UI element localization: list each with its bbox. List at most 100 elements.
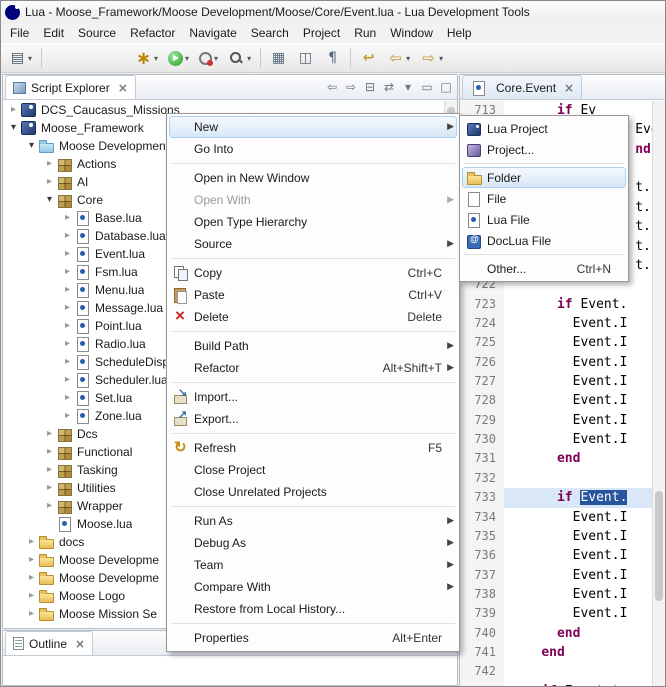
collapsed-twisty-icon[interactable]: ▸ [25,551,38,569]
menu-item-project[interactable]: Project... [462,139,626,160]
menu-item-file[interactable]: File [462,188,626,209]
close-icon[interactable]: × [564,81,574,95]
collapsed-twisty-icon[interactable]: ▸ [61,317,74,335]
collapsed-twisty-icon[interactable]: ▸ [61,245,74,263]
menu-item-run-as[interactable]: Run As▶ [169,510,457,532]
external-tools-button[interactable]: ▾ [195,46,222,70]
menubar-item-search[interactable]: Search [244,23,296,43]
menu-item-open-with[interactable]: Open With▶ [169,189,457,211]
menu-item-team[interactable]: Team▶ [169,554,457,576]
menubar-item-help[interactable]: Help [440,23,479,43]
collapsed-twisty-icon[interactable]: ▸ [43,155,56,173]
expanded-twisty-icon[interactable]: ▾ [43,191,56,209]
menu-item-properties[interactable]: PropertiesAlt+Enter [169,627,457,649]
close-icon[interactable]: × [118,81,128,95]
collapsed-twisty-icon[interactable]: ▸ [43,443,56,461]
editor-scrollbar-thumb[interactable] [655,491,663,601]
menu-item-import[interactable]: Import... [169,386,457,408]
close-icon[interactable]: × [75,637,85,651]
menu-item-copy[interactable]: CopyCtrl+C [169,262,457,284]
table-button[interactable] [266,46,291,70]
dropdown-arrow-icon[interactable]: ▾ [247,54,251,63]
menubar-item-file[interactable]: File [3,23,36,43]
collapsed-twisty-icon[interactable]: ▸ [43,461,56,479]
menu-item-folder[interactable]: Folder [462,167,626,188]
menu-item-compare-with[interactable]: Compare With▶ [169,576,457,598]
collapsed-twisty-icon[interactable]: ▸ [25,533,38,551]
collapsed-twisty-icon[interactable]: ▸ [25,605,38,623]
collapsed-twisty-icon[interactable]: ▸ [61,335,74,353]
collapsed-twisty-icon[interactable]: ▸ [61,299,74,317]
menu-item-open-in-new-window[interactable]: Open in New Window [169,167,457,189]
menu-item-build-path[interactable]: Build Path▶ [169,335,457,357]
collapsed-twisty-icon[interactable]: ▸ [43,497,56,515]
show-whitespace-button[interactable] [320,46,345,70]
dropdown-arrow-icon[interactable]: ▾ [28,54,32,63]
collapsed-twisty-icon[interactable]: ▸ [61,371,74,389]
collapsed-twisty-icon[interactable]: ▸ [61,389,74,407]
collapsed-twisty-icon[interactable]: ▸ [43,479,56,497]
menu-item-close-unrelated-projects[interactable]: Close Unrelated Projects [169,481,457,503]
menu-item-delete[interactable]: DeleteDelete [169,306,457,328]
menu-item-refactor[interactable]: RefactorAlt+Shift+T▶ [169,357,457,379]
menubar-item-navigate[interactable]: Navigate [182,23,243,43]
menu-item-lua-file[interactable]: Lua File [462,209,626,230]
forward-icon[interactable]: ⇨ [343,79,359,95]
menu-item-export[interactable]: Export... [169,408,457,430]
link-editor-icon[interactable]: ⇄ [381,79,397,95]
dropdown-arrow-icon[interactable]: ▾ [185,54,189,63]
collapsed-twisty-icon[interactable]: ▸ [61,227,74,245]
menu-item-source[interactable]: Source▶ [169,233,457,255]
new-wizard-button[interactable]: ▾ [5,46,36,70]
menubar-item-window[interactable]: Window [383,23,440,43]
dropdown-arrow-icon[interactable]: ▾ [439,54,443,63]
menu-item-paste[interactable]: PasteCtrl+V [169,284,457,306]
menu-item-other[interactable]: Other...Ctrl+N [462,258,626,279]
expanded-twisty-icon[interactable]: ▾ [25,137,38,155]
collapsed-twisty-icon[interactable]: ▸ [61,281,74,299]
collapsed-twisty-icon[interactable]: ▸ [61,209,74,227]
collapsed-twisty-icon[interactable]: ▸ [25,569,38,587]
menubar-item-edit[interactable]: Edit [36,23,71,43]
menu-item-lua-project[interactable]: Lua Project [462,118,626,139]
collapsed-twisty-icon[interactable]: ▸ [61,353,74,371]
collapsed-twisty-icon[interactable]: ▸ [7,101,20,119]
last-edit-button[interactable] [356,46,381,70]
view-menu-icon[interactable]: ▾ [400,79,416,95]
tab-script-explorer[interactable]: Script Explorer × [5,75,136,99]
menu-item-close-project[interactable]: Close Project [169,459,457,481]
dropdown-arrow-icon[interactable]: ▾ [214,54,218,63]
menu-item-open-type-hierarchy[interactable]: Open Type Hierarchy [169,211,457,233]
debug-button[interactable]: ▾ [131,46,162,70]
collapsed-twisty-icon[interactable]: ▸ [25,587,38,605]
menubar-item-project[interactable]: Project [296,23,347,43]
run-button[interactable]: ▾ [164,46,193,70]
dropdown-arrow-icon[interactable]: ▾ [406,54,410,63]
forward-button[interactable]: ▾ [416,46,447,70]
collapsed-twisty-icon[interactable]: ▸ [61,407,74,425]
minimize-icon[interactable]: ▭ [419,79,435,95]
menubar-item-refactor[interactable]: Refactor [123,23,182,43]
tab-outline[interactable]: Outline × [5,631,93,655]
menu-item-doclua-file[interactable]: DocLua File [462,230,626,251]
mark-occurrences-button[interactable] [293,46,318,70]
back-button[interactable]: ▾ [383,46,414,70]
menu-item-debug-as[interactable]: Debug As▶ [169,532,457,554]
search-button[interactable]: ▾ [224,46,255,70]
menu-item-restore-from-local-history[interactable]: Restore from Local History... [169,598,457,620]
menu-item-refresh[interactable]: RefreshF5 [169,437,457,459]
collapsed-twisty-icon[interactable]: ▸ [43,425,56,443]
menu-item-new[interactable]: New▶ [169,116,457,138]
editor-scrollbar[interactable] [652,101,665,686]
maximize-icon[interactable]: □ [438,79,454,95]
collapse-all-icon[interactable]: ⊟ [362,79,378,95]
collapsed-twisty-icon[interactable]: ▸ [61,263,74,281]
menubar-item-run[interactable]: Run [347,23,383,43]
dropdown-arrow-icon[interactable]: ▾ [154,54,158,63]
menu-item-go-into[interactable]: Go Into [169,138,457,160]
collapsed-twisty-icon[interactable]: ▸ [43,173,56,191]
expanded-twisty-icon[interactable]: ▾ [7,119,20,137]
back-icon[interactable]: ⇦ [324,79,340,95]
menubar-item-source[interactable]: Source [71,23,123,43]
tab-core-event[interactable]: Core.Event × [462,75,582,99]
